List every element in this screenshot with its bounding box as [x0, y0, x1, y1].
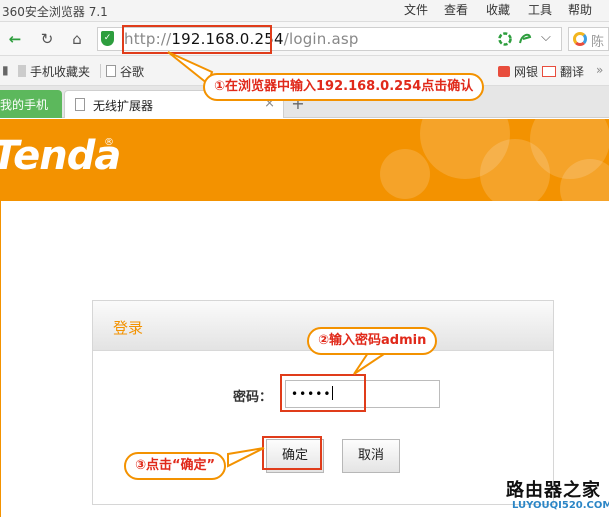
menu-help[interactable]: 帮助: [568, 1, 592, 18]
search-box[interactable]: 陈: [568, 27, 609, 51]
decor-bubble: [380, 149, 430, 199]
callout-step2: ②输入密码admin: [307, 327, 438, 355]
title-bar: 360安全浏览器 7.1 文件 查看 收藏 工具 帮助: [0, 0, 609, 22]
menu-file[interactable]: 文件: [404, 1, 428, 18]
tab-my-phone[interactable]: 我的手机: [0, 90, 62, 118]
bookmarks-more-icon[interactable]: »: [596, 63, 603, 77]
bookmark-translate[interactable]: 翻译: [542, 63, 584, 80]
menu-tools[interactable]: 工具: [528, 1, 552, 18]
page-icon: [106, 65, 116, 77]
watermark-logo: 路由器之家: [506, 480, 601, 501]
bank-icon: [498, 66, 510, 77]
home-icon[interactable]: ⌂: [68, 30, 86, 48]
speed-icon[interactable]: [498, 32, 512, 46]
cancel-button[interactable]: 取消: [342, 439, 400, 473]
bookmark-label: 翻译: [560, 65, 585, 79]
bookmarks-menu-icon[interactable]: ▮: [2, 63, 9, 77]
watermark-url: LUYOUQI520.COM: [512, 500, 609, 511]
bookmark-separator: [100, 64, 101, 78]
bookmark-mobile-favorites[interactable]: 手机收藏夹: [18, 63, 90, 80]
security-shield-icon[interactable]: ✓: [101, 31, 114, 46]
menu-view[interactable]: 查看: [444, 1, 468, 18]
password-highlight-box: [280, 374, 366, 412]
ie-mode-icon[interactable]: [518, 32, 532, 46]
tab-label: 我的手机: [0, 98, 49, 112]
bookmark-label: 谷歌: [120, 65, 145, 79]
registered-mark: ®: [104, 137, 114, 148]
bookmark-label: 手机收藏夹: [30, 65, 91, 79]
back-icon[interactable]: ←: [6, 30, 24, 48]
bookmark-netbank[interactable]: 网银: [498, 63, 538, 80]
callout-step3: ③点击“确定”: [124, 452, 227, 480]
ok-highlight-box: [262, 436, 322, 470]
translate-icon: [542, 66, 556, 77]
tab-label: 无线扩展器: [93, 99, 154, 113]
search-engine-icon[interactable]: [573, 32, 587, 46]
login-title: 登录: [113, 319, 144, 337]
bookmark-label: 网银: [514, 65, 539, 79]
phone-icon: [18, 65, 26, 77]
callout-pointer: [227, 447, 265, 468]
app-title: 360安全浏览器 7.1: [2, 5, 108, 19]
menu-favorites[interactable]: 收藏: [486, 1, 510, 18]
page-header: Tenda ®: [0, 119, 609, 201]
refresh-icon[interactable]: ↻: [38, 30, 56, 48]
url-path: /login.asp: [283, 30, 359, 48]
callout-step1: ①在浏览器中输入192.168.0.254点击确认: [203, 73, 485, 101]
navigation-bar: ← ↻ ⌂ http://192.168.0.254/login.asp ⌵ 陈: [0, 22, 609, 56]
page-icon: [75, 98, 85, 111]
search-hint: 陈: [591, 35, 605, 50]
tenda-logo: Tenda: [0, 133, 121, 179]
password-label: 密码：: [233, 390, 273, 405]
bookmark-google[interactable]: 谷歌: [106, 63, 144, 80]
dropdown-chevron-icon[interactable]: ⌵: [541, 30, 551, 45]
